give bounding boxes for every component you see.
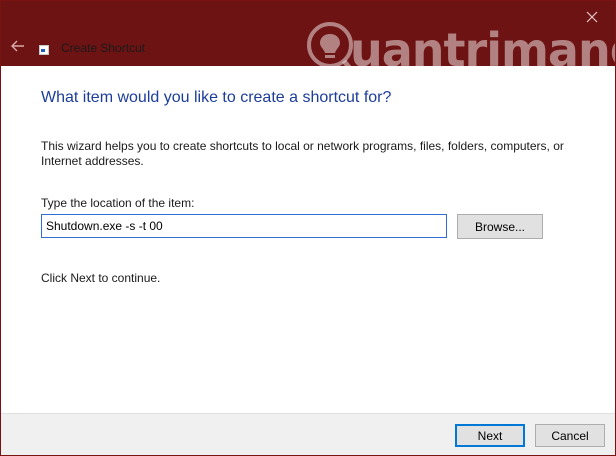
cancel-button[interactable]: Cancel: [535, 424, 605, 447]
back-button[interactable]: [7, 35, 29, 57]
dialog-footer: Next Cancel: [1, 413, 615, 455]
title-bar: Create Shortcut uantrimang: [1, 1, 615, 77]
browse-button[interactable]: Browse...: [457, 214, 543, 239]
watermark-text: uantrimang: [350, 23, 616, 77]
back-arrow-icon: [11, 40, 24, 52]
close-icon: [586, 11, 598, 23]
window-title: Create Shortcut: [61, 41, 146, 55]
page-heading: What item would you like to create a sho…: [41, 89, 392, 106]
wizard-description: This wizard helps you to create shortcut…: [41, 139, 564, 168]
lightbulb-logo-icon: [307, 22, 354, 73]
create-shortcut-dialog: Create Shortcut uantrimang What item wou…: [0, 0, 616, 456]
location-label: Type the location of the item:: [41, 196, 195, 210]
shortcut-icon: [39, 45, 49, 55]
location-input[interactable]: [41, 214, 447, 238]
watermark: uantrimang: [306, 19, 615, 81]
close-button[interactable]: [579, 7, 605, 27]
next-button[interactable]: Next: [455, 424, 525, 447]
continue-instruction: Click Next to continue.: [41, 271, 161, 285]
